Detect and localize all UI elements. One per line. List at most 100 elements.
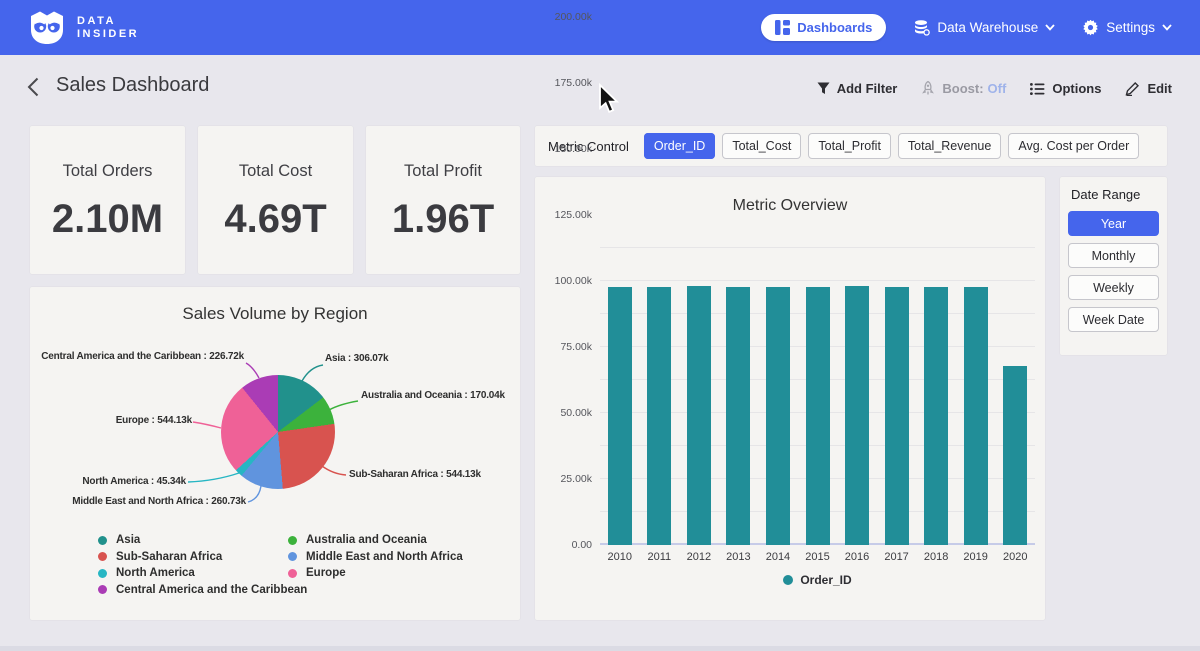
metric-control-bar: Metric Control Order_IDTotal_CostTotal_P… [535,126,1167,166]
kpi-label: Total Profit [366,162,520,181]
leader-line-asia [302,365,323,381]
options-label: Options [1052,81,1101,96]
x-axis-label-2015: 2015 [798,551,838,563]
legend-label: Europe [306,567,346,579]
y-axis-tick: 200.00k [537,11,592,23]
bar-2011[interactable] [647,287,671,545]
pie-legend-item-central-america-and-the-caribbean[interactable]: Central America and the Caribbean [98,582,307,599]
bar-2015[interactable] [806,287,830,545]
y-axis-tick: 175.00k [537,77,592,89]
bar-2013[interactable] [726,287,750,545]
chevron-down-icon [1045,24,1055,31]
x-axis-label-2019: 2019 [956,551,996,563]
rocket-icon [921,81,935,96]
kpi-card-total-orders: Total Orders 2.10M [30,126,185,274]
legend-label: Asia [116,534,140,546]
pie-legend-item-north-america[interactable]: North America [98,565,307,582]
boost-label: Boost: [942,81,983,96]
kpi-label: Total Cost [198,162,353,181]
bar-chart-plot-area: 0.0025.00k50.00k75.00k100.00k125.00k150.… [600,229,1035,545]
kpi-card-total-cost: Total Cost 4.69T [198,126,353,274]
chevron-left-icon [27,77,39,97]
nav-data-warehouse[interactable]: Data Warehouse [914,20,1055,36]
legend-label: Order_ID [800,573,851,587]
pie-slice-label-north-america: North America : 45.34k [82,476,186,487]
pie-legend-item-middle-east-and-north-africa[interactable]: Middle East and North Africa [288,549,463,566]
nav-dashboards-label: Dashboards [797,20,872,35]
y-axis-tick: 150.00k [537,143,592,155]
page-title: Sales Dashboard [56,74,209,97]
bar-2010[interactable] [608,287,632,545]
metric-chip-order-id[interactable]: Order_ID [644,133,715,159]
x-axis-label-2013: 2013 [718,551,758,563]
date-range-monthly-button[interactable]: Monthly [1068,243,1159,268]
bar-2019[interactable] [964,287,988,545]
bar-2016[interactable] [845,286,869,545]
add-filter-button[interactable]: Add Filter [817,81,898,96]
nav-data-warehouse-label: Data Warehouse [937,20,1038,35]
y-axis-tick: 75.00k [537,341,592,353]
back-button[interactable] [27,77,39,102]
pie-legend-item-sub-saharan-africa[interactable]: Sub-Saharan Africa [98,549,307,566]
y-axis-tick: 125.00k [537,209,592,221]
dashboard-grid-icon [775,20,790,35]
date-range-label: Date Range [1071,187,1159,202]
leader-line-middle-east-and-north-africa [248,486,261,502]
bar-2018[interactable] [924,287,948,545]
boost-toggle[interactable]: Boost: Off [921,81,1006,96]
legend-dot [98,552,107,561]
date-range-panel: Date Range Year Monthly Weekly Week Date [1060,177,1167,355]
pie-slice-label-sub-saharan-africa: Sub-Saharan Africa : 544.13k [349,469,481,480]
edit-label: Edit [1147,81,1172,96]
bar-chart-legend[interactable]: Order_ID [600,573,1035,587]
pie-chart[interactable] [221,375,335,489]
filter-funnel-icon [817,82,830,95]
legend-dot [288,536,297,545]
bar-2017[interactable] [885,287,909,545]
pie-legend-item-australia-and-oceania[interactable]: Australia and Oceania [288,532,463,549]
metric-chip-total-revenue[interactable]: Total_Revenue [898,133,1001,159]
x-axis-label-2016: 2016 [837,551,877,563]
list-options-icon [1030,83,1045,95]
nav-settings[interactable]: Settings [1083,20,1172,36]
x-axis-label-2010: 2010 [600,551,640,563]
pie-slice-label-asia: Asia : 306.07k [325,353,388,364]
bar-2014[interactable] [766,287,790,545]
date-range-week-date-button[interactable]: Week Date [1068,307,1159,332]
bar-2012[interactable] [687,286,711,545]
x-axis-label-2011: 2011 [639,551,679,563]
bar-chart-title: Metric Overview [535,197,1045,215]
pie-chart-title: Sales Volume by Region [30,304,520,324]
leader-line-central-america-and-the-caribbean [246,363,259,378]
legend-dot [98,536,107,545]
legend-dot [783,575,793,585]
nav-dashboards-button[interactable]: Dashboards [761,14,886,41]
metric-chip-avg-cost-per-order[interactable]: Avg. Cost per Order [1008,133,1139,159]
y-axis-tick: 50.00k [537,407,592,419]
options-button[interactable]: Options [1030,81,1101,96]
y-axis-tick: 0.00 [537,539,592,551]
gridline-225.00k: 225.00k [600,247,1035,248]
kpi-value: 1.96T [366,197,520,242]
gear-icon [1083,20,1099,36]
metric-chip-total-cost[interactable]: Total_Cost [722,133,801,159]
x-axis-label-2018: 2018 [916,551,956,563]
sales-volume-pie-card: Sales Volume by Region Asia : 306.07k Aus… [30,287,520,620]
y-axis-tick: 100.00k [537,275,592,287]
boost-value: Off [988,81,1007,96]
date-range-weekly-button[interactable]: Weekly [1068,275,1159,300]
legend-label: North America [116,567,195,579]
edit-button[interactable]: Edit [1125,81,1172,96]
owl-logo-icon [27,9,67,46]
brand-logo[interactable]: DATA INSIDER [27,9,139,46]
pie-legend-column-1: Asia Sub-Saharan AfricaNorth America Centr… [98,532,307,598]
kpi-card-total-profit: Total Profit 1.96T [366,126,520,274]
pie-legend-item-asia[interactable]: Asia [98,532,307,549]
pie-legend-item-europe[interactable]: Europe [288,565,463,582]
metric-chip-total-profit[interactable]: Total_Profit [808,133,891,159]
x-axis-label-2020: 2020 [995,551,1035,563]
kpi-label: Total Orders [30,162,185,181]
x-axis-label-2014: 2014 [758,551,798,563]
bar-2020[interactable] [1003,366,1027,545]
date-range-year-button[interactable]: Year [1068,211,1159,236]
